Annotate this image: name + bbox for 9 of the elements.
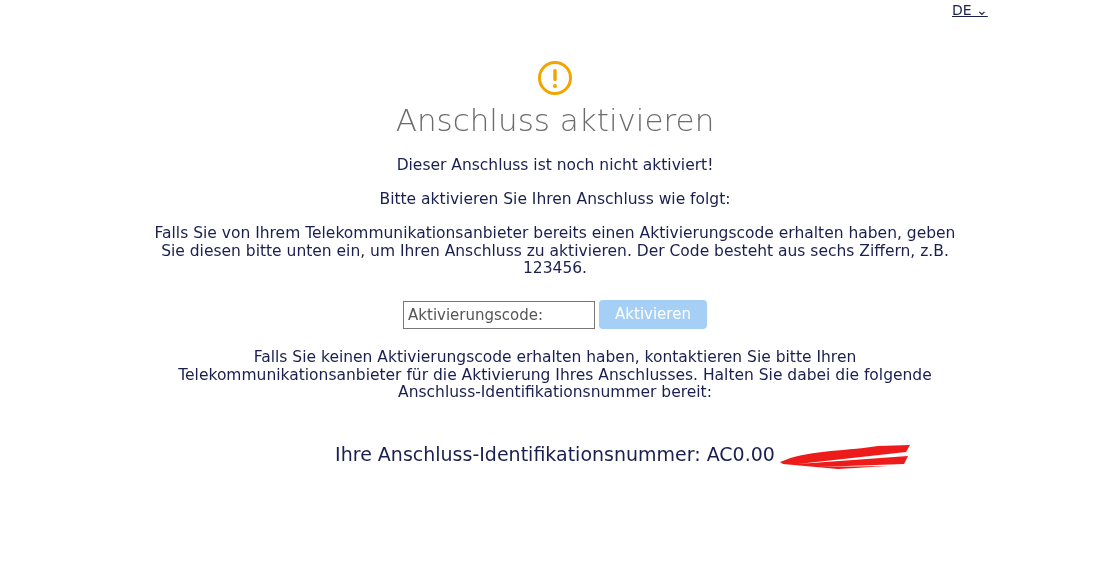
page-title: Anschluss aktivieren (395, 102, 715, 140)
instruction-text: Bitte aktivieren Sie Ihren Anschluss wie folgt: (379, 191, 731, 209)
instruction-text: Falls Sie von Ihrem Telekommunikationsanbieter bereits einen Aktivierungscode erhalten haben, geben Sie diesen bitte unten ein, um Ihren Anschluss zu aktivieren. Der Code besteht aus sechs Ziffern, z.B. 123456. (153, 224, 957, 279)
code-input-field[interactable]: Aktivierungscode: (403, 300, 596, 329)
warning-icon (537, 60, 573, 96)
identification-number: Ihre Anschluss-Identifikationsnummer: AC0.00 (335, 443, 775, 466)
instruction-text: Dieser Anschluss ist noch nicht aktiviert! (396, 157, 714, 175)
language-selector[interactable]: DE ⌄ (952, 0, 988, 21)
hint-text: Falls Sie keinen Aktivierungscode erhalten haben, kontaktieren Sie bitte Ihren Telekommunikationsanbieter für die Aktivierung Ihres Anschlusses. Halten Sie dabei die folgende Anschluss-Identifikationsnummer bereit: (177, 348, 933, 403)
